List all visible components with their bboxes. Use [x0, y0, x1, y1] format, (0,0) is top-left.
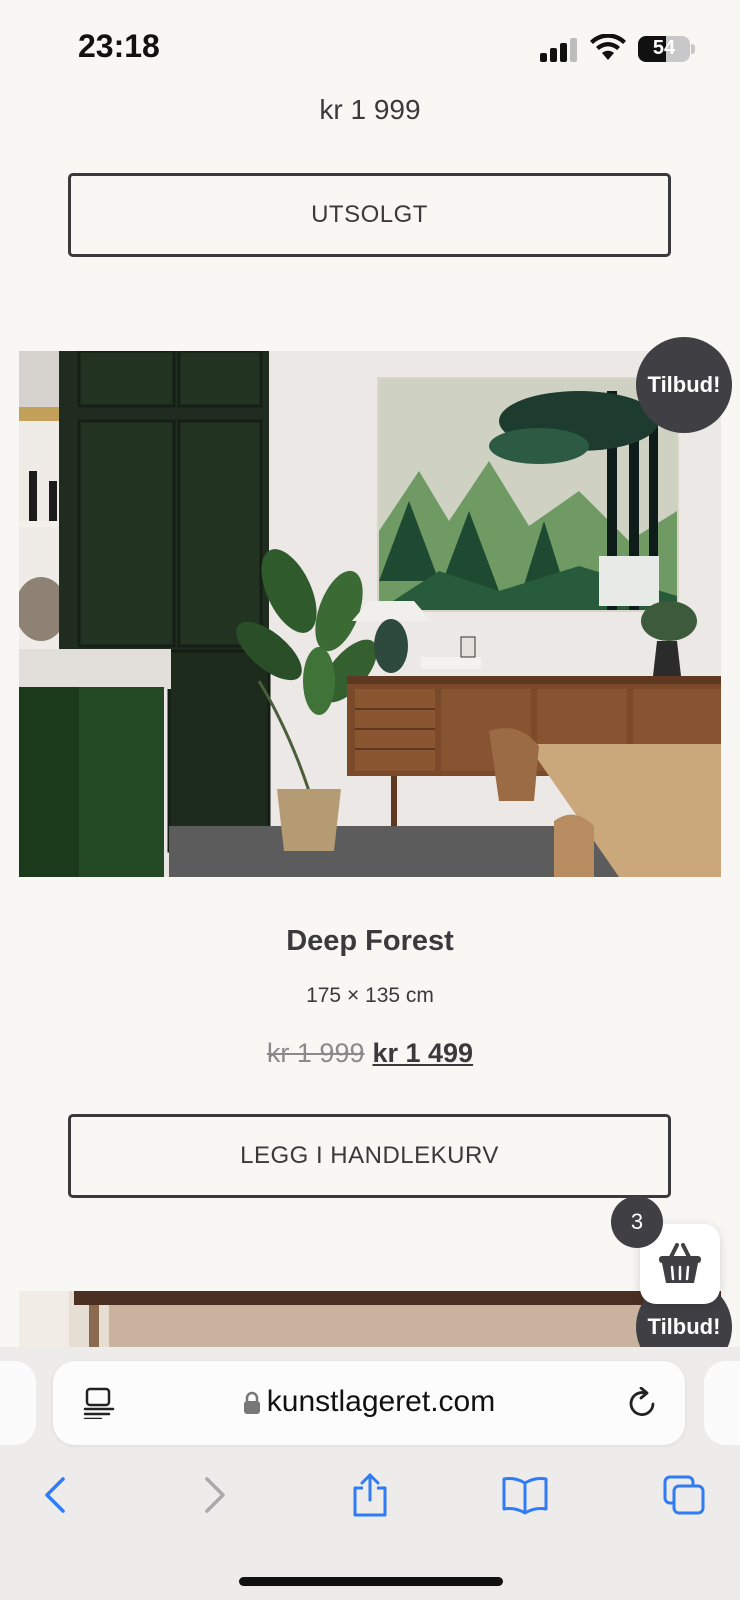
url-display[interactable]: kunstlageret.com [53, 1385, 685, 1419]
back-button[interactable] [27, 1467, 83, 1523]
battery-percent: 54 [652, 37, 676, 59]
next-product-illustration [19, 1291, 721, 1351]
add-to-cart-button[interactable]: LEGG I HANDLEKURV [68, 1114, 671, 1198]
product-size: 175 × 135 cm [306, 984, 434, 1007]
share-icon [353, 1473, 387, 1517]
next-product-image[interactable] [19, 1291, 721, 1351]
browser-nav-row [0, 1457, 740, 1533]
status-bar: 23:18 54 [0, 0, 740, 96]
bookmarks-icon [502, 1477, 548, 1515]
cart-count-badge: 3 [611, 1196, 663, 1248]
forward-icon [205, 1477, 225, 1513]
browser-toolbar: kunstlageret.com [0, 1347, 740, 1600]
battery-icon: 54 [638, 36, 690, 62]
price-row: kr 1 999 kr 1 499 [0, 1038, 740, 1069]
previous-tab-preview[interactable] [0, 1361, 36, 1445]
home-indicator [239, 1577, 503, 1586]
cellular-signal-icon [540, 38, 578, 62]
tabs-button[interactable] [656, 1467, 712, 1523]
price-sale: kr 1 499 [372, 1038, 474, 1068]
wifi-icon [590, 34, 626, 60]
address-bar[interactable]: kunstlageret.com [53, 1361, 685, 1445]
bookmarks-button[interactable] [497, 1467, 553, 1523]
product-title[interactable]: Deep Forest [0, 925, 740, 958]
tabs-icon [663, 1475, 705, 1515]
status-time: 23:18 [78, 28, 160, 64]
reload-icon[interactable] [627, 1387, 659, 1419]
url-text: kunstlageret.com [266, 1385, 496, 1418]
product-image[interactable] [19, 351, 721, 877]
previous-product-price: kr 1 999 [319, 94, 421, 125]
shopping-basket-icon [659, 1243, 701, 1283]
share-button[interactable] [342, 1467, 398, 1523]
price-original: kr 1 999 [266, 1038, 365, 1068]
forward-button[interactable] [187, 1467, 243, 1523]
lock-icon [243, 1391, 260, 1415]
battery-tip [691, 44, 695, 54]
room-scene-illustration [19, 351, 721, 877]
sale-badge: Tilbud! [636, 337, 732, 433]
next-tab-preview[interactable] [704, 1361, 740, 1445]
sold-out-button[interactable]: UTSOLGT [68, 173, 671, 257]
back-icon [45, 1477, 65, 1513]
